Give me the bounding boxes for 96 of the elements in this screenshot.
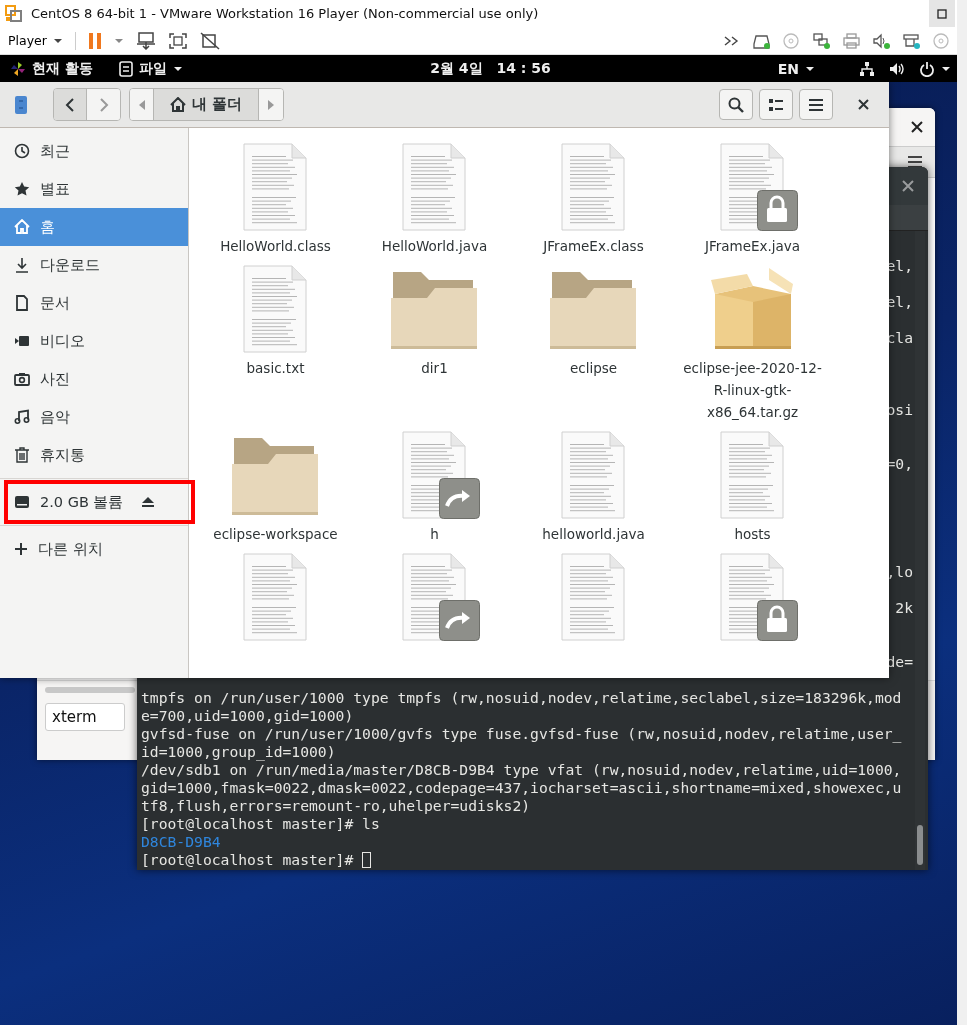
document-icon: [560, 431, 625, 519]
home-icon: [170, 97, 186, 112]
terminal-line: 2k: [895, 599, 913, 616]
file-name[interactable]: h: [359, 523, 510, 545]
file-name[interactable]: JFrameEx.class: [518, 235, 669, 257]
player-menu[interactable]: Player: [8, 33, 63, 48]
left-arrow-icon: [138, 99, 145, 110]
maximize-button[interactable]: [929, 0, 955, 27]
pause-icon[interactable]: [87, 31, 102, 50]
network-icon[interactable]: [859, 60, 875, 77]
path-button[interactable]: 내 폴더: [154, 89, 260, 120]
file-name[interactable]: eclipse-workspace: [200, 523, 351, 545]
terminal-line: gvfsd-fuse on /run/user/1000/gvfs type fuse.gvfsd-fuse (rw,nosuid,nodev,relatime,user_: [141, 725, 902, 742]
usb-device-icon[interactable]: [902, 31, 921, 50]
maximize-icon: [937, 8, 947, 19]
input-source-menu[interactable]: EN: [777, 60, 815, 77]
command-field[interactable]: xterm: [45, 703, 125, 731]
sidebar-item[interactable]: 비디오: [0, 322, 188, 360]
vmware-logo-icon: [5, 4, 23, 23]
music-note-icon: [14, 409, 30, 425]
search-button[interactable]: [719, 89, 753, 120]
document-icon: [560, 553, 625, 641]
search-icon: [728, 96, 744, 113]
document-icon: [560, 143, 625, 231]
close-icon[interactable]: [911, 121, 923, 133]
file-name[interactable]: JFrameEx.java: [677, 235, 828, 257]
document-icon: [401, 143, 466, 231]
power-icon: [919, 60, 935, 77]
terminal-line: id=1000,group_id=1000): [141, 743, 336, 760]
file-name[interactable]: eclipse: [518, 357, 669, 379]
document-icon: [719, 431, 784, 519]
path-left-button[interactable]: [130, 89, 154, 120]
terminal-line: ,lo: [886, 563, 913, 580]
file-name[interactable]: HelloWorld.java: [359, 235, 510, 257]
menu-icon: [809, 98, 823, 111]
fullscreen-icon[interactable]: [167, 31, 188, 50]
plus-icon: [14, 542, 28, 556]
back-icon: [65, 97, 75, 112]
file-name[interactable]: basic.txt: [200, 357, 351, 379]
right-arrow-icon: [268, 99, 275, 110]
terminal-line: [root@localhost master]#: [141, 851, 355, 868]
unity-icon[interactable]: [199, 31, 220, 50]
window-title: CentOS 8 64-bit 1 - VMware Workstation 16 Player (Non-commercial use only): [31, 6, 539, 21]
terminal-line: e=700,uid=1000,gid=1000): [141, 707, 354, 724]
document-icon: [14, 295, 30, 311]
file-name[interactable]: eclipse-jee-2020-12-R-linux-gtk-x86_64.tar.gz: [677, 357, 828, 423]
drive-icon: [14, 495, 30, 509]
terminal-line: /dev/sdb1 on /run/media/master/D8CB-D9B4 type vfat (rw,nosuid,nodev,relatime,uid=1000,: [141, 761, 902, 778]
file-cabinet-icon: [14, 94, 28, 115]
send-keys-icon[interactable]: [135, 31, 156, 50]
activities-button[interactable]: 현재 활동: [10, 59, 93, 78]
star-icon: [14, 181, 30, 197]
view-button[interactable]: [759, 89, 793, 120]
file-name[interactable]: helloworld.java: [518, 523, 669, 545]
home-icon: [14, 219, 30, 235]
document-icon: [242, 553, 307, 641]
sidebar-item[interactable]: 별표: [0, 170, 188, 208]
app-menu[interactable]: 파일: [118, 59, 183, 78]
list-view-icon: [769, 98, 783, 111]
video-camera-icon: [14, 333, 30, 349]
document-icon: [242, 143, 307, 231]
clock[interactable]: 2월 4일 14 : 56: [406, 59, 551, 78]
menu-button[interactable]: [799, 89, 833, 120]
terminal-line: gid=1000,fmask=0022,dmask=0022,codepage=437,iocharset=ascii,shortname=mixed,showexec,u: [141, 779, 902, 796]
trash-icon: [14, 447, 30, 463]
eject-icon[interactable]: [141, 496, 155, 508]
terminal-line: D8CB-D9B4: [141, 833, 221, 850]
speaker-icon[interactable]: [872, 31, 891, 50]
sidebar-item[interactable]: 사진: [0, 360, 188, 398]
file-name[interactable]: dir1: [359, 357, 510, 379]
terminal-line: [root@localhost master]# ls: [141, 815, 380, 832]
network-adapter-icon[interactable]: [812, 31, 831, 50]
download-icon: [14, 257, 30, 273]
sidebar-item[interactable]: 음악: [0, 398, 188, 436]
scrollbar[interactable]: [45, 687, 135, 693]
file-name[interactable]: hosts: [677, 523, 828, 545]
sidebar-item[interactable]: 최근: [0, 132, 188, 170]
file-name[interactable]: HelloWorld.class: [200, 235, 351, 257]
menu-icon[interactable]: [907, 155, 923, 169]
sidebar-item[interactable]: 2.0 GB 볼륨: [4, 480, 195, 524]
document-icon: [242, 265, 307, 353]
terminal-line: tf8,flush,errors=remount-ro,uhelper=udisks2): [141, 797, 531, 814]
sidebar-item[interactable]: 다른 위치: [0, 530, 188, 568]
sidebar-item[interactable]: 다운로드: [0, 246, 188, 284]
forward-icon: [98, 97, 109, 112]
clock-icon: [14, 143, 30, 159]
back-button[interactable]: [54, 89, 87, 120]
pinwheel-icon: [10, 60, 26, 77]
terminal-line: tmpfs on /run/user/1000 type tmpfs (rw,nosuid,nodev,relatime,seclabel,size=183296k,mod: [141, 689, 902, 706]
close-icon[interactable]: [857, 99, 869, 110]
camera-icon: [14, 371, 30, 387]
scrollbar[interactable]: [915, 231, 925, 870]
sidebar-item[interactable]: 휴지통: [0, 436, 188, 474]
system-menu[interactable]: [919, 60, 951, 77]
cabinet-icon: [118, 60, 133, 77]
sidebar-item[interactable]: 문서: [0, 284, 188, 322]
